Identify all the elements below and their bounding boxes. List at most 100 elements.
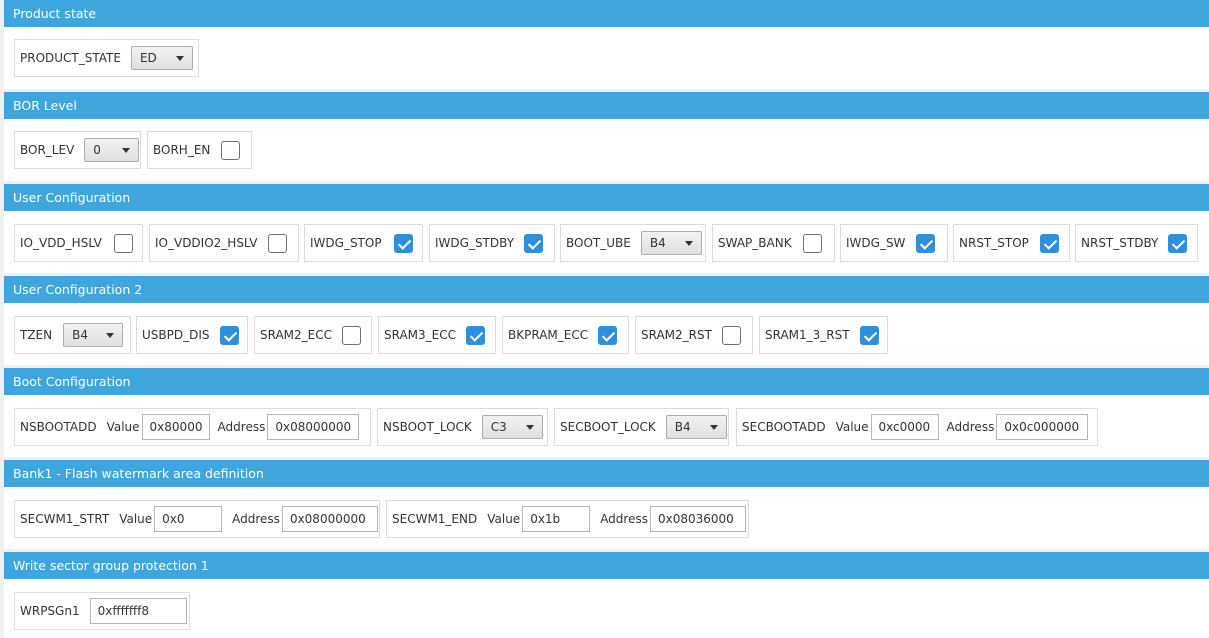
io-vddio2-hslv-checkbox[interactable] [267,233,287,253]
chevron-down-icon [106,333,115,338]
option-nrst-stop: NRST_STOP [953,224,1070,262]
option-io-vddio2-hslv: IO_VDDIO2_HSLV [149,224,299,262]
option-label: SRAM2_RST [641,328,712,342]
section-body-product-state: PRODUCT_STATE ED [4,27,1209,89]
option-label: USBPD_DIS [142,328,210,342]
option-usbpd-dis: USBPD_DIS [136,316,248,354]
address-label: Address [217,420,266,434]
option-label: PRODUCT_STATE [20,51,121,65]
usbpd-dis-checkbox[interactable] [219,325,239,345]
iwdg-stdby-checkbox[interactable] [524,233,544,253]
option-iwdg-sw: IWDG_SW [840,224,948,262]
section-body-bor-level: BOR_LEV 0 BORH_EN [4,119,1209,181]
section-title: Boot Configuration [13,374,131,389]
secboot-lock-dropdown[interactable]: B4 [665,415,727,439]
iwdg-stop-checkbox[interactable] [393,233,413,253]
io-vdd-hslv-checkbox[interactable] [113,233,133,253]
dropdown-value: ED [139,51,157,65]
bkpram-ecc-checkbox[interactable] [598,325,618,345]
option-label: BORH_EN [153,143,211,157]
sram2-rst-checkbox[interactable] [721,325,741,345]
dropdown-value: B4 [72,328,88,342]
nsbootadd-value-input[interactable]: 0x80000 [141,414,210,440]
option-iwdg-stop: IWDG_STOP [304,224,423,262]
nsbootadd-address-input[interactable]: 0x08000000 [267,414,360,440]
option-iwdg-stdby: IWDG_STDBY [429,224,555,262]
section-body-user-configuration-2: TZEN B4 USBPD_DIS SRAM2_ECC SRAM3_ECC BK… [4,303,1209,365]
option-label: IO_VDD_HSLV [20,236,102,250]
option-secwm1-end: SECWM1_END Value 0x1b Address 0x08036000 [386,500,749,538]
option-label: WRPSGn1 [20,604,80,618]
option-secboot-lock: SECBOOT_LOCK B4 [554,408,729,446]
chevron-down-icon [525,425,534,430]
value-label: Value [119,512,153,526]
secwm1-end-address-input[interactable]: 0x08036000 [649,506,746,532]
wrpsgn1-value-input[interactable]: 0xfffffff8 [89,598,187,624]
option-label: BKPRAM_ECC [508,328,589,342]
product-state-dropdown[interactable]: ED [130,46,193,70]
sram3-ecc-checkbox[interactable] [466,325,486,345]
swap-bank-checkbox[interactable] [802,233,822,253]
bor-lev-dropdown[interactable]: 0 [84,138,140,162]
option-label: SRAM2_ECC [260,328,333,342]
option-sram2-ecc: SRAM2_ECC [254,316,372,354]
option-label: IWDG_STOP [310,236,382,250]
option-nrst-stdby: NRST_STDBY [1075,224,1198,262]
secbootadd-address-input[interactable]: 0x0c000000 [996,414,1089,440]
option-label: BOR_LEV [20,143,75,157]
option-label: SECWM1_END [392,512,478,526]
option-label: NRST_STOP [959,236,1029,250]
secbootadd-value-input[interactable]: 0xc0000 [870,414,939,440]
option-label: SECBOOTADD [742,420,826,434]
option-label: SRAM3_ECC [384,328,457,342]
option-sram3-ecc: SRAM3_ECC [378,316,496,354]
option-label: SECWM1_STRT [20,512,110,526]
option-nsbootadd: NSBOOTADD Value 0x80000 Address 0x080000… [14,408,371,446]
option-label: BOOT_UBE [566,236,631,250]
option-sram1-3-rst: SRAM1_3_RST [759,316,888,354]
option-label: NRST_STDBY [1081,236,1159,250]
section-body-write-protection: WRPSGn1 0xfffffff8 [4,579,1209,638]
tzen-dropdown[interactable]: B4 [63,323,124,347]
section-header-bor-level: BOR Level [4,92,1209,119]
address-label: Address [946,420,995,434]
option-label: IWDG_SW [846,236,906,250]
section-body-boot-configuration: NSBOOTADD Value 0x80000 Address 0x080000… [4,395,1209,457]
option-sram2-rst: SRAM2_RST [635,316,753,354]
section-header-boot-configuration: Boot Configuration [4,368,1209,395]
nrst-stop-checkbox[interactable] [1039,233,1059,253]
dropdown-value: C3 [490,420,507,434]
address-label: Address [232,512,280,526]
option-secbootadd: SECBOOTADD Value 0xc0000 Address 0x0c000… [736,408,1098,446]
chevron-down-icon [175,56,184,61]
option-nsboot-lock: NSBOOT_LOCK C3 [377,408,548,446]
option-boot-ube: BOOT_UBE B4 [560,224,706,262]
section-title: User Configuration 2 [13,282,143,297]
option-label: NSBOOT_LOCK [383,420,472,434]
section-body-user-configuration: IO_VDD_HSLV IO_VDDIO2_HSLV IWDG_STOP IWD… [4,211,1209,273]
dropdown-value: B4 [674,420,691,434]
nrst-stdby-checkbox[interactable] [1168,233,1188,253]
secwm1-strt-address-input[interactable]: 0x08000000 [281,506,378,532]
section-title: BOR Level [13,98,77,113]
option-secwm1-strt: SECWM1_STRT Value 0x0 Address 0x08000000 [14,500,380,538]
option-io-vdd-hslv: IO_VDD_HSLV [14,224,143,262]
option-label: SWAP_BANK [718,236,792,250]
sram2-ecc-checkbox[interactable] [342,325,362,345]
secwm1-strt-value-input[interactable]: 0x0 [154,506,223,532]
section-header-bank1-watermark: Bank1 - Flash watermark area definition [4,460,1209,487]
section-header-user-configuration: User Configuration [4,184,1209,211]
section-header-write-protection: Write sector group protection 1 [4,552,1209,579]
secwm1-end-value-input[interactable]: 0x1b [522,506,591,532]
option-bor-lev: BOR_LEV 0 [14,131,141,169]
option-product-state: PRODUCT_STATE ED [14,39,199,77]
borh-en-checkbox[interactable] [221,140,241,160]
sram1-3-rst-checkbox[interactable] [859,325,879,345]
option-label: SRAM1_3_RST [765,328,850,342]
boot-ube-dropdown[interactable]: B4 [640,231,702,255]
iwdg-sw-checkbox[interactable] [916,233,936,253]
section-title: Bank1 - Flash watermark area definition [13,466,264,481]
nsboot-lock-dropdown[interactable]: C3 [481,415,543,439]
chevron-down-icon [709,425,718,430]
address-label: Address [600,512,648,526]
